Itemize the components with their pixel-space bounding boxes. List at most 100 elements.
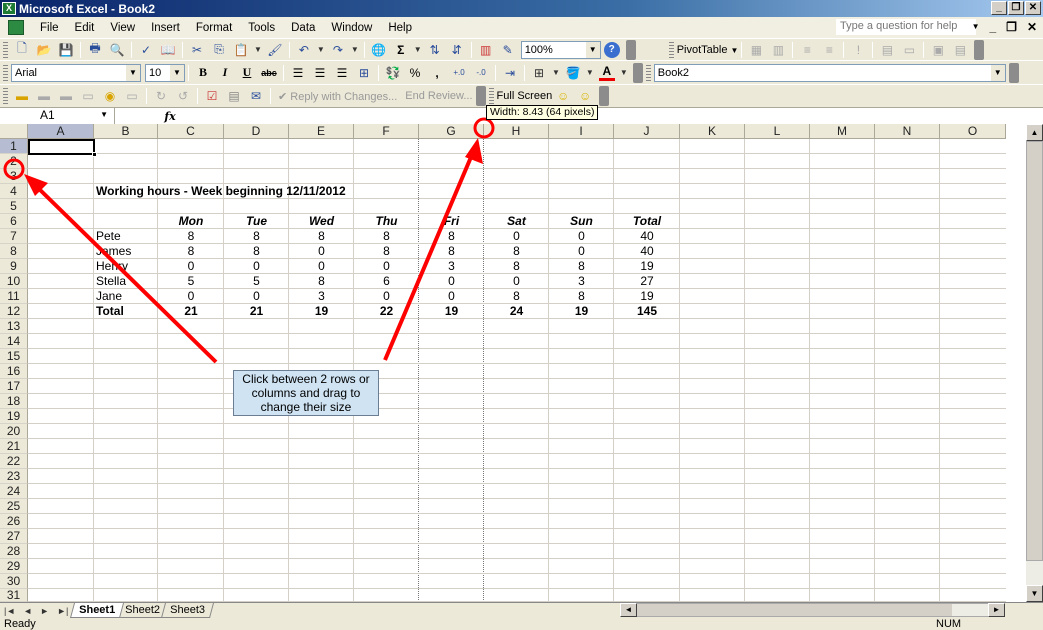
hours-cell[interactable]: 40 <box>614 244 680 259</box>
row-header-4[interactable]: 4 <box>0 184 28 199</box>
hours-cell[interactable]: 8 <box>289 229 354 244</box>
row-header-21[interactable]: 21 <box>0 439 28 454</box>
font-dropdown-icon[interactable]: ▼ <box>126 64 140 81</box>
hours-cell[interactable]: 0 <box>354 259 419 274</box>
help-icon[interactable]: ? <box>603 41 620 58</box>
show-comment-icon[interactable]: ▭ <box>80 88 96 104</box>
doc-minimize-button[interactable]: _ <box>989 20 996 34</box>
row-header-6[interactable]: 6 <box>0 214 28 229</box>
menu-edit[interactable]: Edit <box>67 22 103 34</box>
spreadsheet-grid[interactable]: A B C D E F G H I J K L M N O 1 2 3 4 5 6 7 8 9 10 11 12 13 14 15 16 17… <box>0 124 1043 602</box>
print-icon[interactable]: 🖶 <box>87 41 103 58</box>
day-header-cell[interactable]: Total <box>614 214 680 229</box>
row-header-20[interactable]: 20 <box>0 424 28 439</box>
hours-cell[interactable]: 8 <box>224 229 289 244</box>
align-left-icon[interactable]: ☰ <box>290 65 306 81</box>
increase-decimal-button[interactable]: +.0 <box>451 65 467 81</box>
merge-center-icon[interactable]: ⊞ <box>356 65 372 81</box>
open-icon[interactable]: 📂 <box>36 42 52 58</box>
total-label-cell[interactable]: Total <box>94 304 158 319</box>
name-box-dropdown-icon[interactable]: ▼ <box>100 110 108 119</box>
align-center-icon[interactable]: ☰ <box>312 65 328 81</box>
font-color-icon[interactable]: A <box>598 64 615 81</box>
row-header-29[interactable]: 29 <box>0 559 28 574</box>
hours-cell[interactable]: 8 <box>419 229 484 244</box>
next-comment-icon[interactable]: ▬ <box>58 88 74 104</box>
hours-cell[interactable]: 19 <box>614 289 680 304</box>
font-size-dropdown-icon[interactable]: ▼ <box>170 64 184 81</box>
toolbar-options[interactable] <box>599 86 610 106</box>
total-cell[interactable]: 21 <box>224 304 289 319</box>
table-options-icon[interactable]: ▭ <box>901 42 917 58</box>
column-header-d[interactable]: D <box>224 124 289 139</box>
hours-cell[interactable]: 0 <box>158 259 224 274</box>
decrease-decimal-button[interactable]: -.0 <box>473 65 489 81</box>
hours-cell[interactable]: 5 <box>158 274 224 289</box>
row-header-5[interactable]: 5 <box>0 199 28 214</box>
end-review-button[interactable]: End Review... <box>405 90 472 102</box>
sheet-tab-sheet3[interactable]: Sheet3 <box>161 603 215 618</box>
close-button[interactable]: ✕ <box>1025 1 1041 15</box>
horizontal-scroll-thumb[interactable] <box>637 604 952 616</box>
chart-wizard-icon[interactable]: ▥ <box>478 42 494 58</box>
column-header-g[interactable]: G <box>419 124 484 139</box>
hours-cell[interactable]: 8 <box>549 289 614 304</box>
show-all-comments-icon[interactable]: ◉ <box>102 88 118 104</box>
print-preview-icon[interactable]: 🔍 <box>109 42 125 58</box>
hours-cell[interactable]: 5 <box>224 274 289 289</box>
row-header-14[interactable]: 14 <box>0 334 28 349</box>
borders-icon[interactable]: ⊞ <box>531 65 547 81</box>
function-icon[interactable]: fx <box>155 110 185 123</box>
column-header-h[interactable]: H <box>484 124 549 139</box>
column-header-i[interactable]: I <box>549 124 614 139</box>
row-header-15[interactable]: 15 <box>0 349 28 364</box>
cut-icon[interactable]: ✂ <box>189 42 205 58</box>
hyperlink-icon[interactable]: 🌐 <box>371 42 387 58</box>
hours-cell[interactable]: 0 <box>419 274 484 289</box>
field-settings-icon[interactable]: ▤ <box>879 42 895 58</box>
currency-icon[interactable]: 💱 <box>385 65 401 81</box>
redo-dropdown-icon[interactable]: ▼ <box>351 45 359 54</box>
hours-cell[interactable]: 27 <box>614 274 680 289</box>
font-name-combo[interactable]: Arial ▼ <box>11 63 141 82</box>
refresh-icon[interactable]: ! <box>850 42 866 58</box>
row-header-27[interactable]: 27 <box>0 529 28 544</box>
hours-cell[interactable]: 0 <box>289 244 354 259</box>
scroll-up-button[interactable]: ▲ <box>1026 124 1043 141</box>
full-screen-button[interactable]: Full Screen <box>497 90 553 102</box>
row-header-1[interactable]: 1 <box>0 139 28 154</box>
hours-cell[interactable]: 40 <box>614 229 680 244</box>
person-name-cell[interactable]: James <box>94 244 158 259</box>
row-header-18[interactable]: 18 <box>0 394 28 409</box>
hours-cell[interactable]: 3 <box>549 274 614 289</box>
undo-dropdown-icon[interactable]: ▼ <box>317 45 325 54</box>
indent-icon[interactable]: ⇥ <box>502 65 518 81</box>
previous-comment-icon[interactable]: ▬ <box>36 88 52 104</box>
hours-cell[interactable]: 8 <box>484 259 549 274</box>
row-header-8[interactable]: 8 <box>0 244 28 259</box>
total-cell[interactable]: 19 <box>549 304 614 319</box>
scroll-right-button[interactable]: ► <box>988 603 1005 617</box>
spelling-icon[interactable]: ✓ <box>138 42 154 58</box>
row-header-7[interactable]: 7 <box>0 229 28 244</box>
hours-cell[interactable]: 0 <box>549 229 614 244</box>
autosum-icon[interactable]: Σ <box>393 42 409 58</box>
hours-cell[interactable]: 0 <box>224 289 289 304</box>
borders-dropdown-icon[interactable]: ▼ <box>552 68 560 77</box>
show-detail-icon[interactable]: ≡ <box>821 42 837 58</box>
total-cell[interactable]: 19 <box>289 304 354 319</box>
strikethrough-button[interactable]: abc <box>261 65 277 81</box>
workbook-dropdown-icon[interactable]: ▼ <box>990 64 1005 81</box>
hours-cell[interactable]: 0 <box>484 274 549 289</box>
bold-button[interactable]: B <box>195 65 211 81</box>
column-header-l[interactable]: L <box>745 124 810 139</box>
row-header-28[interactable]: 28 <box>0 544 28 559</box>
hours-cell[interactable]: 6 <box>354 274 419 289</box>
hours-cell[interactable]: 8 <box>419 244 484 259</box>
hours-cell[interactable]: 8 <box>224 244 289 259</box>
zoom-combo[interactable]: 100% ▼ <box>520 40 601 59</box>
toolbar-options[interactable] <box>974 39 985 60</box>
column-header-n[interactable]: N <box>875 124 940 139</box>
hours-cell[interactable]: 0 <box>419 289 484 304</box>
menu-data[interactable]: Data <box>283 22 323 34</box>
